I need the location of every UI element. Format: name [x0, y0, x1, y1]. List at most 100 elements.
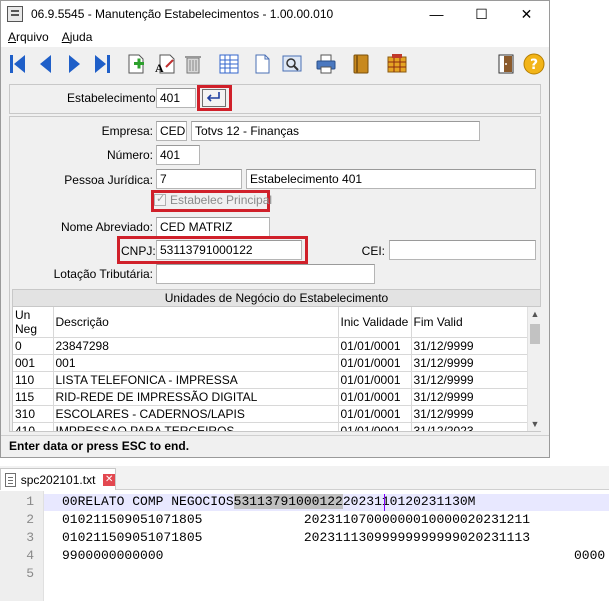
table-title: Unidades de Negócio do Estabelecimento — [12, 289, 541, 307]
cell-fim-valid: 31/12/9999 — [411, 337, 527, 355]
toolbar: A ? — [1, 48, 549, 80]
status-bar: Enter data or press ESC to end. — [1, 435, 549, 457]
scroll-down-icon[interactable]: ▼ — [528, 417, 542, 431]
pessoa-juridica-name-field: Estabelecimento 401 — [246, 169, 536, 189]
go-button[interactable] — [202, 89, 226, 107]
cell-un-neg: 001 — [13, 354, 54, 372]
col-header-descricao[interactable]: Descrição — [53, 307, 339, 338]
editor-tab[interactable]: spc202101.txt ✕ — [0, 468, 116, 490]
col-header-un-neg[interactable]: Un Neg — [13, 307, 54, 338]
cell-inic-validade: 01/01/0001 — [338, 388, 412, 406]
line-number: 1 — [26, 494, 34, 509]
delete-record-icon[interactable] — [181, 52, 205, 76]
grid-scrollbar[interactable]: ▲ ▼ — [527, 307, 541, 431]
help-icon[interactable]: ? — [522, 52, 546, 76]
cell-fim-valid: 31/12/2023 — [411, 422, 527, 431]
numero-field[interactable]: 401 — [156, 145, 200, 165]
text-file-icon — [5, 472, 16, 487]
first-record-icon[interactable] — [6, 52, 30, 76]
checkbox-check-icon — [154, 192, 166, 206]
cell-un-neg: 310 — [13, 405, 54, 423]
cell-descricao: 23847298 — [53, 337, 339, 355]
cell-un-neg: 410 — [13, 422, 54, 431]
next-record-icon[interactable] — [62, 52, 86, 76]
menu-bar: Arquivo Ajuda — [1, 27, 549, 47]
title-bar[interactable]: 06.9.5545 - Manutenção Estabelecimentos … — [1, 1, 549, 27]
estabelecimento-field[interactable]: 401 — [156, 88, 196, 108]
code-line-4-tail: 0000 — [574, 548, 606, 563]
table-row[interactable]: 410 IMPRESSAO PARA TERCEIROS 01/01/0001 31/… — [13, 422, 527, 431]
cnpj-label: CNPJ: — [121, 244, 156, 258]
tab-close-icon[interactable]: ✕ — [103, 473, 115, 486]
nome-abreviado-label: Nome Abreviado: — [60, 220, 153, 234]
cell-un-neg: 0 — [13, 337, 54, 355]
svg-text:?: ? — [530, 57, 538, 73]
lotacao-tributaria-label: Lotação Tributária: — [53, 267, 153, 281]
svg-text:A: A — [155, 61, 164, 75]
cell-fim-valid: 31/12/9999 — [411, 371, 527, 389]
lotacao-tributaria-field[interactable] — [156, 264, 375, 284]
cell-inic-validade: 01/01/0001 — [338, 337, 412, 355]
cell-descricao: ESCOLARES - CADERNOS/LAPIS — [53, 405, 339, 423]
app-icon — [7, 6, 23, 22]
selected-cnpj-text: 53113791000122 — [233, 494, 343, 509]
cei-label: CEI: — [361, 244, 385, 258]
table-row[interactable]: 115 RID-REDE DE IMPRESSÃO DIGITAL 01/01/00… — [13, 388, 527, 406]
line-number: 5 — [26, 566, 34, 581]
minimize-button[interactable]: — — [414, 1, 459, 27]
add-record-icon[interactable] — [124, 52, 148, 76]
cell-inic-validade: 01/01/0001 — [338, 354, 412, 372]
enter-icon — [206, 91, 222, 106]
empresa-code-field[interactable]: CED — [156, 121, 187, 141]
last-record-icon[interactable] — [90, 52, 114, 76]
exit-icon[interactable] — [494, 52, 518, 76]
pessoa-juridica-label: Pessoa Jurídica: — [64, 173, 153, 187]
estabelec-principal-label: Estabelec Principal — [170, 193, 273, 207]
edit-record-icon[interactable]: A — [153, 52, 177, 76]
cell-descricao: IMPRESSAO PARA TERCEIROS — [53, 422, 339, 431]
cnpj-field[interactable]: 53113791000122 — [156, 240, 302, 260]
cell-fim-valid: 31/12/9999 — [411, 388, 527, 406]
cell-un-neg: 115 — [13, 388, 54, 406]
code-line-4: 9900000000000 — [62, 548, 164, 563]
preview-icon[interactable] — [280, 52, 304, 76]
unidades-grid: Un Neg Descrição Inic Validade Fim Valid… — [12, 307, 527, 431]
cei-field[interactable] — [389, 240, 536, 260]
table-row[interactable]: 001 001 01/01/0001 31/12/9999 — [13, 354, 527, 372]
editor-tab-label: spc202101.txt — [20, 472, 96, 487]
code-line-3: 010211509051071805 202311130999999999990… — [62, 530, 531, 545]
text-editor[interactable]: 1 2 3 4 5 00RELATO COMP NEGOCIOS53113791… — [0, 491, 609, 601]
cell-inic-validade: 01/01/0001 — [338, 422, 412, 431]
line-number: 4 — [26, 548, 34, 563]
estabelec-principal-checkbox[interactable]: Estabelec Principal — [154, 192, 273, 207]
table-row[interactable]: 0 23847298 01/01/0001 31/12/9999 — [13, 337, 527, 355]
app-window: 06.9.5545 - Manutenção Estabelecimentos … — [0, 0, 550, 458]
line1-suffix: 2023110120231130M — [342, 494, 476, 509]
list-icon[interactable] — [217, 52, 241, 76]
table-header-row: Un Neg Descrição Inic Validade Fim Valid — [13, 307, 527, 338]
document-icon[interactable] — [250, 52, 274, 76]
close-button[interactable]: ✕ — [504, 1, 549, 27]
nome-abreviado-field[interactable]: CED MATRIZ — [156, 217, 270, 237]
table-row[interactable]: 310 ESCOLARES - CADERNOS/LAPIS 01/01/0001 3… — [13, 405, 527, 423]
cell-un-neg: 110 — [13, 371, 54, 389]
previous-record-icon[interactable] — [34, 52, 58, 76]
menu-ajuda[interactable]: Ajuda — [55, 30, 99, 44]
print-icon[interactable] — [314, 52, 338, 76]
table-row[interactable]: 110 LISTA TELEFONICA - IMPRESSA 01/01/0001… — [13, 371, 527, 389]
editor-tab-bar: spc202101.txt ✕ — [0, 466, 609, 490]
scroll-up-icon[interactable]: ▲ — [528, 307, 542, 321]
book-icon[interactable] — [349, 52, 373, 76]
code-line-1: 00RELATO COMP NEGOCIOS531137910001222023… — [62, 494, 475, 509]
empresa-label: Empresa: — [101, 124, 153, 138]
menu-arquivo[interactable]: Arquivo — [1, 30, 55, 44]
cell-descricao: LISTA TELEFONICA - IMPRESSA — [53, 371, 339, 389]
maximize-button[interactable]: ☐ — [459, 1, 504, 27]
scroll-thumb[interactable] — [530, 324, 540, 344]
pessoa-juridica-code-field[interactable]: 7 — [156, 169, 242, 189]
cell-descricao: RID-REDE DE IMPRESSÃO DIGITAL — [53, 388, 339, 406]
query-icon[interactable] — [385, 52, 409, 76]
col-header-inic-validade[interactable]: Inic Validade — [338, 307, 412, 338]
text-cursor — [384, 494, 385, 511]
col-header-fim-valid[interactable]: Fim Valid — [411, 307, 527, 338]
